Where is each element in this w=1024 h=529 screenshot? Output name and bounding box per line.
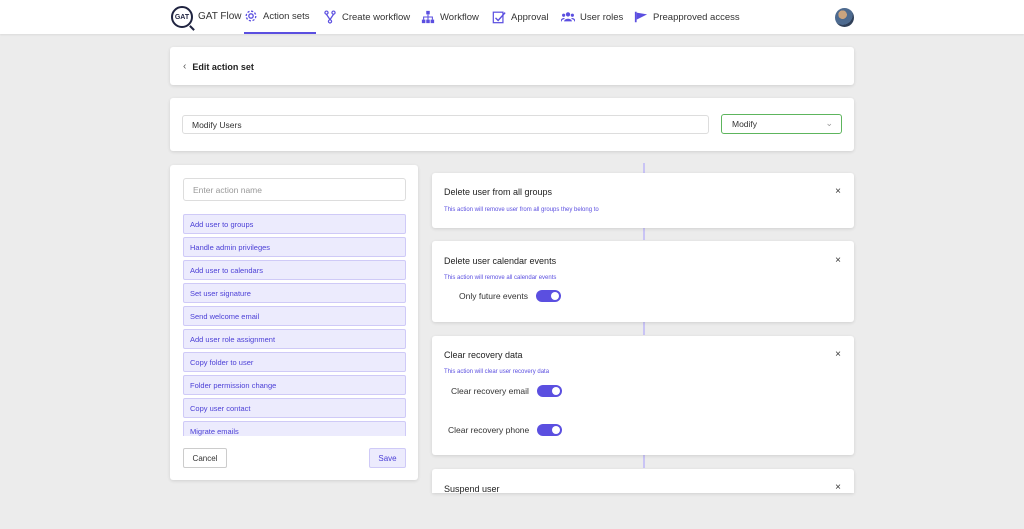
nav-item-label: Workflow	[440, 11, 479, 23]
close-icon[interactable]: ×	[835, 255, 841, 266]
back-link[interactable]: ‹ Edit action set	[183, 61, 254, 72]
step-title: Delete user calendar events	[444, 256, 557, 266]
nav-approval[interactable]: Approval	[492, 0, 549, 34]
action-search-input[interactable]	[183, 178, 406, 201]
users-icon	[561, 12, 575, 22]
nav-user-roles[interactable]: User roles	[561, 0, 623, 34]
close-icon[interactable]: ×	[835, 186, 841, 197]
toggle-label: Clear recovery phone	[448, 425, 530, 435]
branch-icon	[324, 10, 336, 24]
chevron-down-icon: ⌄	[825, 118, 833, 128]
action-item[interactable]: Add user to groups	[183, 214, 406, 234]
step-title: Clear recovery data	[444, 350, 523, 360]
step-card-delete-from-groups[interactable]: Delete user from all groups × This actio…	[432, 173, 854, 228]
avatar[interactable]	[835, 8, 854, 27]
toggle-row: Clear recovery phone	[448, 424, 563, 436]
top-navigation: GAT GAT Flow Action sets Create workflow…	[0, 0, 1024, 34]
toggle-row: Only future events	[459, 290, 561, 302]
action-item[interactable]: Set user signature	[183, 283, 406, 303]
gat-flow-logo[interactable]: GAT	[171, 6, 193, 28]
edit-header-card: ‹ Edit action set	[170, 47, 854, 85]
toggle-row: Clear recovery email	[451, 385, 562, 397]
select-value: Modify	[732, 119, 758, 129]
nav-item-label: User roles	[580, 11, 624, 23]
action-item[interactable]: Migrate emails	[183, 421, 406, 436]
nav-item-label: Action sets	[263, 10, 310, 22]
chevron-left-icon: ‹	[183, 61, 187, 72]
step-description: This action will remove user from all gr…	[444, 207, 599, 213]
nav-item-label: Preapproved access	[653, 11, 740, 23]
connector-line	[643, 228, 645, 240]
step-card-delete-calendar-events[interactable]: Delete user calendar events × This actio…	[432, 241, 854, 322]
close-icon[interactable]: ×	[835, 349, 841, 360]
toggle-label: Only future events	[459, 291, 528, 301]
action-set-type-select[interactable]: Modify ⌄	[721, 114, 842, 134]
action-item[interactable]: Send welcome email	[183, 306, 406, 326]
nav-workflow[interactable]: Workflow	[421, 0, 479, 34]
step-title: Suspend user	[444, 484, 500, 494]
toggle-label: Clear recovery email	[451, 386, 529, 396]
action-item[interactable]: Folder permission change	[183, 375, 406, 395]
hierarchy-icon	[421, 10, 435, 24]
step-description: This action will remove all calendar eve…	[444, 275, 557, 281]
page-title: Edit action set	[192, 61, 254, 72]
clear-recovery-email-toggle[interactable]	[536, 385, 562, 397]
connector-line	[643, 163, 645, 173]
logo-text: GAT	[174, 13, 190, 21]
action-item[interactable]: Add user to calendars	[183, 260, 406, 280]
action-item[interactable]: Copy user contact	[183, 398, 406, 418]
step-description: This action will clear user recovery dat…	[444, 369, 550, 375]
brand-name[interactable]: GAT Flow	[198, 11, 242, 22]
action-item[interactable]: Handle admin privileges	[183, 237, 406, 257]
action-set-name-input[interactable]	[182, 115, 709, 134]
connector-line	[643, 455, 645, 468]
step-card-clear-recovery-data[interactable]: Clear recovery data × This action will c…	[432, 336, 854, 455]
gear-icon	[245, 10, 257, 22]
step-card-suspend-user[interactable]: Suspend user ×	[432, 469, 854, 494]
nav-preapproved-access[interactable]: Preapproved access	[634, 0, 740, 34]
action-item[interactable]: Copy folder to user	[183, 352, 406, 372]
approval-icon	[492, 11, 506, 24]
connector-line	[643, 322, 645, 335]
nav-item-label: Create workflow	[342, 11, 411, 23]
action-set-details-card: Modify ⌄	[170, 98, 854, 151]
save-button[interactable]: Save	[369, 448, 406, 468]
cancel-button[interactable]: Cancel	[183, 448, 227, 468]
only-future-events-toggle[interactable]	[535, 290, 561, 302]
nav-action-sets[interactable]: Action sets	[244, 0, 316, 34]
action-list[interactable]: Add user to groups Handle admin privileg…	[183, 214, 406, 436]
action-item[interactable]: Add user role assignment	[183, 329, 406, 349]
clear-recovery-phone-toggle[interactable]	[537, 424, 563, 436]
close-icon[interactable]: ×	[835, 482, 841, 493]
nav-item-label: Approval	[511, 11, 549, 23]
actions-panel: Add user to groups Handle admin privileg…	[170, 165, 418, 480]
step-title: Delete user from all groups	[444, 187, 553, 197]
nav-create-workflow[interactable]: Create workflow	[323, 0, 410, 34]
flag-icon	[634, 11, 648, 23]
